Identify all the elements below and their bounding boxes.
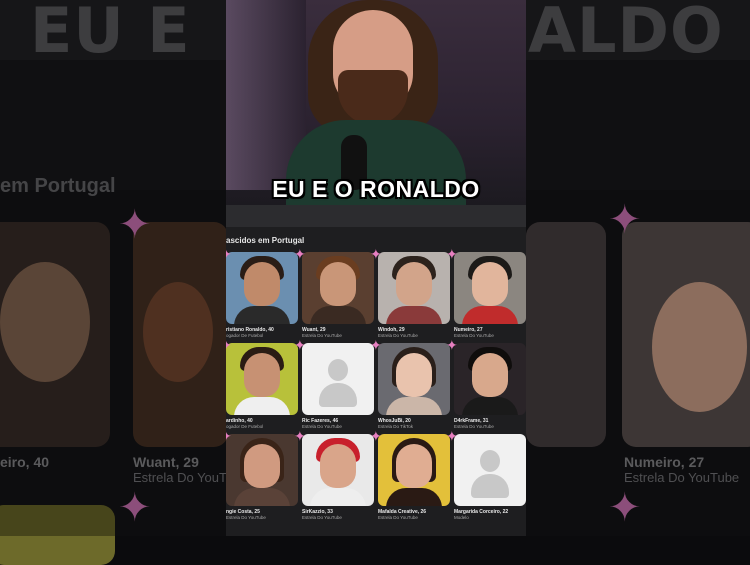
person-card[interactable]: Numeiro, 27 Estrela Do YouTube — [454, 252, 526, 338]
person-role: Estrela Do TikTok — [378, 424, 414, 429]
star-decoration: ✦ — [226, 247, 232, 261]
person-role: ogador De Futebol — [226, 424, 264, 429]
section-title: ascidos em Portugal — [226, 236, 305, 245]
left-dim-overlay — [0, 0, 226, 536]
person-photo — [226, 434, 298, 506]
person-photo — [378, 434, 450, 506]
person-card[interactable]: ardinho, 40 ogador De Futebol — [226, 343, 298, 429]
star-decoration: ✦ — [446, 246, 458, 262]
person-photo — [302, 252, 374, 324]
star-decoration: ✦ — [370, 246, 382, 262]
person-photo — [378, 252, 450, 324]
person-role: Estrela Do YouTube — [378, 333, 418, 338]
star-decoration: ✦ — [294, 246, 306, 262]
right-dim-overlay — [526, 0, 750, 536]
person-role: Estrela Do YouTube — [378, 515, 418, 520]
browser-header-strip — [226, 205, 526, 227]
person-role: Estrela Do YouTube — [226, 515, 266, 520]
star-decoration: ✦ — [226, 429, 232, 443]
webcam-video[interactable] — [226, 0, 526, 205]
star-decoration: ✦ — [446, 337, 458, 353]
person-role: Estrela Do YouTube — [302, 515, 342, 520]
star-decoration: ✦ — [370, 428, 382, 444]
star-decoration: ✦ — [226, 338, 232, 352]
person-role: Modelo — [454, 515, 469, 520]
star-decoration: ✦ — [446, 428, 458, 444]
person-card[interactable]: Ric Fazeres, 46 Estrela Do YouTube — [302, 343, 374, 429]
avatar-placeholder-icon — [328, 359, 348, 381]
person-card[interactable]: Wuant, 29 Estrela Do YouTube — [302, 252, 374, 338]
person-photo — [454, 343, 526, 415]
person-photo — [454, 252, 526, 324]
person-photo — [302, 434, 374, 506]
person-role: Estrela Do YouTube — [302, 424, 342, 429]
person-photo — [226, 252, 298, 324]
person-card[interactable]: D4rkFrame, 31 Estrela Do YouTube — [454, 343, 526, 429]
person-photo-placeholder — [302, 343, 374, 415]
person-card[interactable]: SirKazzio, 33 Estrela Do YouTube — [302, 434, 374, 520]
person-card[interactable]: Windoh, 29 Estrela Do YouTube — [378, 252, 450, 338]
person-card[interactable]: ristiano Ronaldo, 40 ogador De Futebol — [226, 252, 298, 338]
star-decoration: ✦ — [370, 337, 382, 353]
person-card[interactable]: Margarida Corceiro, 22 Modelo — [454, 434, 526, 520]
star-decoration: ✦ — [294, 337, 306, 353]
person-card[interactable]: Mafalda Creative, 26 Estrela Do YouTube — [378, 434, 450, 520]
star-decoration: ✦ — [294, 428, 306, 444]
person-role: ogador De Futebol — [226, 333, 264, 338]
video-caption: EU E O RONALDO — [272, 176, 480, 202]
person-role: Estrela Do YouTube — [454, 424, 494, 429]
person-role: Estrela Do YouTube — [302, 333, 342, 338]
person-role: Estrela Do YouTube — [454, 333, 494, 338]
person-photo — [226, 343, 298, 415]
avatar-placeholder-icon — [480, 450, 500, 472]
person-photo-placeholder — [454, 434, 526, 506]
person-photo — [378, 343, 450, 415]
person-card[interactable]: ngie Costa, 25 Estrela Do YouTube — [226, 434, 298, 520]
person-card[interactable]: WhosJuBi, 20 Estrela Do TikTok — [378, 343, 450, 429]
short-video-frame[interactable]: EU E O RONALDO ascidos em Portugal risti… — [226, 0, 526, 536]
